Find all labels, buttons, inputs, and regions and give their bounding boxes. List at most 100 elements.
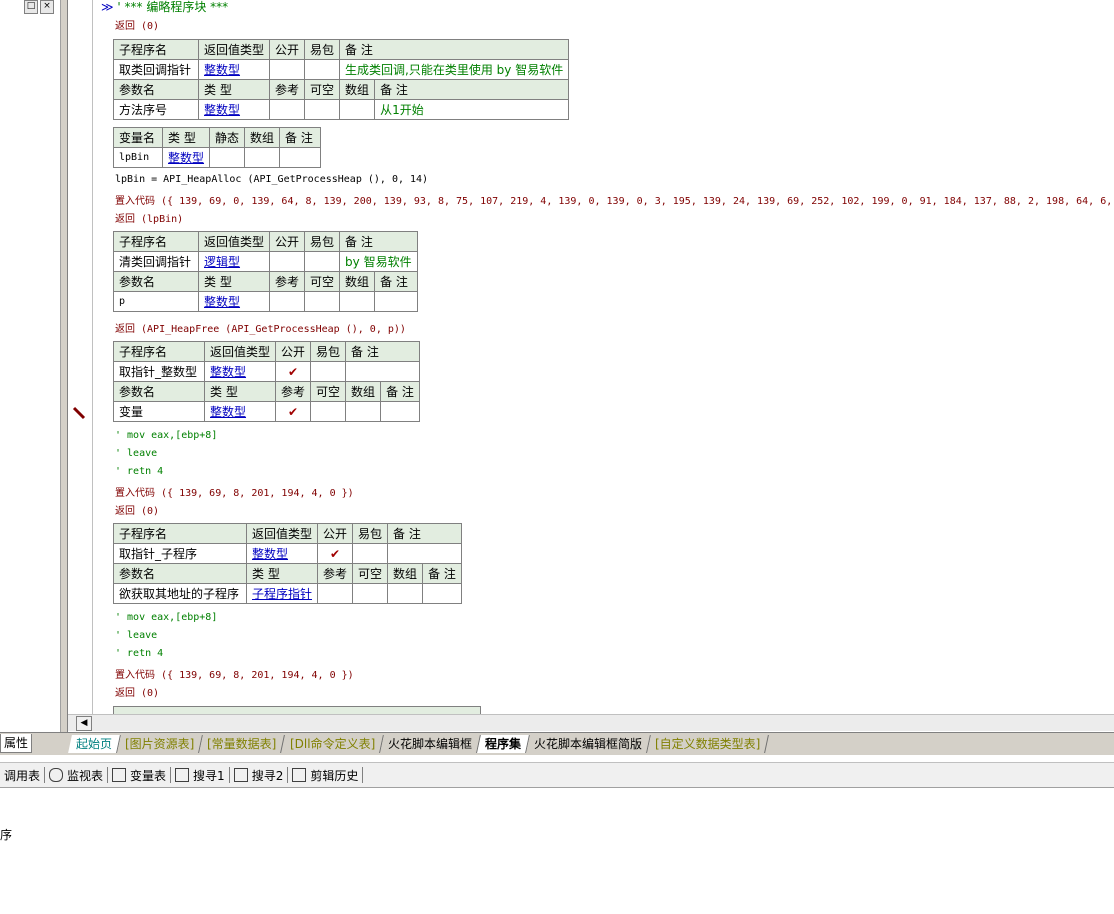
editor-gutter[interactable] bbox=[68, 0, 93, 714]
remark-cell[interactable]: by 智易软件 bbox=[339, 251, 418, 272]
code-line[interactable]: 返回 (0) bbox=[115, 502, 159, 517]
ret-type-cell[interactable]: 整数型 bbox=[210, 365, 246, 379]
code-line[interactable]: lpBin = API_HeapAlloc (API_GetProcessHea… bbox=[115, 174, 428, 185]
tab-spark-script-lite[interactable]: 火花脚本编辑框简版 bbox=[526, 735, 652, 753]
ref-cell[interactable] bbox=[317, 583, 354, 604]
comment-line[interactable]: ' mov eax,[ebp+8] bbox=[115, 430, 217, 441]
param-remark-cell[interactable] bbox=[380, 401, 420, 422]
tab-constants[interactable]: [常量数据表] bbox=[199, 735, 286, 753]
easy-pkg-cell[interactable] bbox=[352, 543, 389, 564]
edit-pencil-icon bbox=[72, 406, 86, 420]
nullable-cell[interactable] bbox=[304, 99, 341, 120]
code-line[interactable]: 置入代码 ({ 139, 69, 8, 201, 194, 4, 0 }) bbox=[115, 666, 354, 681]
ref-cell[interactable] bbox=[269, 99, 306, 120]
array-cell[interactable] bbox=[339, 99, 376, 120]
param-name-cell[interactable]: p bbox=[113, 291, 199, 312]
panel-splitter[interactable] bbox=[61, 0, 68, 732]
sub-name-cell[interactable]: 取指针_子程序 bbox=[113, 543, 247, 564]
easy-pkg-cell[interactable] bbox=[304, 251, 341, 272]
param-type-cell[interactable]: 整数型 bbox=[204, 295, 240, 309]
header-ref: 参考 bbox=[275, 381, 312, 402]
ret-type-cell[interactable]: 整数型 bbox=[252, 547, 288, 561]
array-cell[interactable] bbox=[244, 147, 281, 168]
return-statement: 返回 (API_HeapFree (API_GetProcessHeap (),… bbox=[115, 324, 406, 335]
var-name-cell[interactable]: lpBin bbox=[113, 147, 163, 168]
scroll-left-icon[interactable]: ◀ bbox=[76, 716, 92, 731]
code-editor[interactable]: ≫ ' *** 编略程序块 *** 返回 (0) 子程序名 返回值类型 公开 易… bbox=[93, 0, 1114, 714]
comment-text: ' leave bbox=[115, 630, 158, 641]
tab-dll-commands[interactable]: [Dll命令定义表] bbox=[281, 735, 384, 753]
code-line[interactable]: 返回 (0) bbox=[115, 17, 159, 32]
header-sub-name: 子程序名 bbox=[113, 39, 199, 60]
public-cell[interactable] bbox=[269, 251, 306, 272]
header-array: 数组 bbox=[387, 563, 424, 584]
sub-name-cell[interactable]: 取指针_整数型 bbox=[113, 361, 205, 382]
header-nullable: 可空 bbox=[352, 563, 389, 584]
ret-type-cell[interactable]: 逻辑型 bbox=[204, 255, 240, 269]
comment-line[interactable]: ' leave bbox=[115, 630, 157, 641]
ref-check-icon[interactable]: ✔ bbox=[275, 401, 312, 422]
tab-label: 火花脚本编辑框 bbox=[388, 737, 473, 751]
param-type-cell[interactable]: 子程序指针 bbox=[252, 587, 312, 601]
tab-spark-script[interactable]: 火花脚本编辑框 bbox=[380, 735, 481, 753]
ret-type-cell[interactable]: 整数型 bbox=[204, 63, 240, 77]
tab-properties[interactable]: 属性 bbox=[0, 734, 33, 753]
watch-table-button[interactable]: 监视表 bbox=[45, 767, 109, 783]
clip-history-button[interactable]: 剪辑历史 bbox=[288, 767, 364, 783]
remark-cell[interactable] bbox=[345, 361, 420, 382]
var-table-button[interactable]: 变量表 bbox=[108, 767, 172, 783]
nullable-cell[interactable] bbox=[310, 401, 347, 422]
easy-pkg-cell[interactable] bbox=[310, 361, 347, 382]
restore-button[interactable]: □ bbox=[24, 0, 38, 14]
search2-button[interactable]: 搜寻2 bbox=[230, 767, 289, 783]
param-remark-cell[interactable] bbox=[374, 291, 418, 312]
comment-line[interactable]: ' mov eax,[ebp+8] bbox=[115, 612, 217, 623]
param-name-cell[interactable]: 方法序号 bbox=[113, 99, 199, 120]
header-ret-type: 返回值类型 bbox=[197, 39, 271, 60]
left-panel: □ × bbox=[0, 0, 61, 732]
tab-label: [图片资源表] bbox=[125, 737, 195, 751]
sub-name-cell[interactable]: 清类回调指针 bbox=[113, 251, 199, 272]
param-name-cell[interactable]: 欲获取其地址的子程序 bbox=[113, 583, 247, 604]
comment-line[interactable]: ' leave bbox=[115, 448, 157, 459]
tab-program-set[interactable]: 程序集 bbox=[477, 735, 530, 753]
param-name-cell[interactable]: 变量 bbox=[113, 401, 205, 422]
param-type-cell[interactable]: 整数型 bbox=[204, 103, 240, 117]
array-cell[interactable] bbox=[339, 291, 376, 312]
search1-button[interactable]: 搜寻1 bbox=[171, 767, 230, 783]
nullable-cell[interactable] bbox=[352, 583, 389, 604]
code-line[interactable]: 置入代码 ({ 139, 69, 0, 139, 64, 8, 139, 200… bbox=[115, 192, 1112, 207]
tab-start-page[interactable]: 起始页 bbox=[68, 735, 121, 753]
code-line[interactable]: 返回 (0) bbox=[115, 684, 159, 699]
header-type: 类 型 bbox=[245, 563, 319, 584]
param-remark-cell[interactable] bbox=[422, 583, 462, 604]
code-line[interactable]: 返回 (lpBin) bbox=[115, 210, 183, 225]
comment-line[interactable]: ' retn 4 bbox=[115, 648, 163, 659]
array-cell[interactable] bbox=[387, 583, 424, 604]
horizontal-scrollbar[interactable]: ◀ bbox=[68, 714, 1114, 731]
tab-image-resources[interactable]: [图片资源表] bbox=[117, 735, 204, 753]
array-cell[interactable] bbox=[345, 401, 382, 422]
ref-cell[interactable] bbox=[269, 291, 306, 312]
tab-custom-types[interactable]: [自定义数据类型表] bbox=[647, 735, 770, 753]
easy-pkg-cell[interactable] bbox=[304, 59, 341, 80]
return-statement: 返回 (0) bbox=[115, 688, 160, 699]
param-type-cell[interactable]: 整数型 bbox=[210, 405, 246, 419]
public-check-icon[interactable]: ✔ bbox=[317, 543, 354, 564]
remark-cell[interactable]: 生成类回调,只能在类里使用 by 智易软件 bbox=[339, 59, 570, 80]
header-ref: 参考 bbox=[317, 563, 354, 584]
close-button[interactable]: × bbox=[40, 0, 54, 14]
remark-cell[interactable] bbox=[279, 147, 322, 168]
code-line[interactable]: 置入代码 ({ 139, 69, 8, 201, 194, 4, 0 }) bbox=[115, 484, 354, 499]
static-cell[interactable] bbox=[209, 147, 246, 168]
var-type-cell[interactable]: 整数型 bbox=[168, 151, 204, 165]
remark-cell[interactable] bbox=[387, 543, 462, 564]
sub-name-cell[interactable]: 取类回调指针 bbox=[113, 59, 199, 80]
code-line[interactable]: 返回 (API_HeapFree (API_GetProcessHeap (),… bbox=[115, 320, 406, 335]
comment-line[interactable]: ' retn 4 bbox=[115, 466, 163, 477]
public-check-icon[interactable]: ✔ bbox=[275, 361, 312, 382]
nullable-cell[interactable] bbox=[304, 291, 341, 312]
call-table-button[interactable]: 调用表 bbox=[0, 767, 46, 783]
public-cell[interactable] bbox=[269, 59, 306, 80]
param-remark-cell[interactable]: 从1开始 bbox=[374, 99, 570, 120]
